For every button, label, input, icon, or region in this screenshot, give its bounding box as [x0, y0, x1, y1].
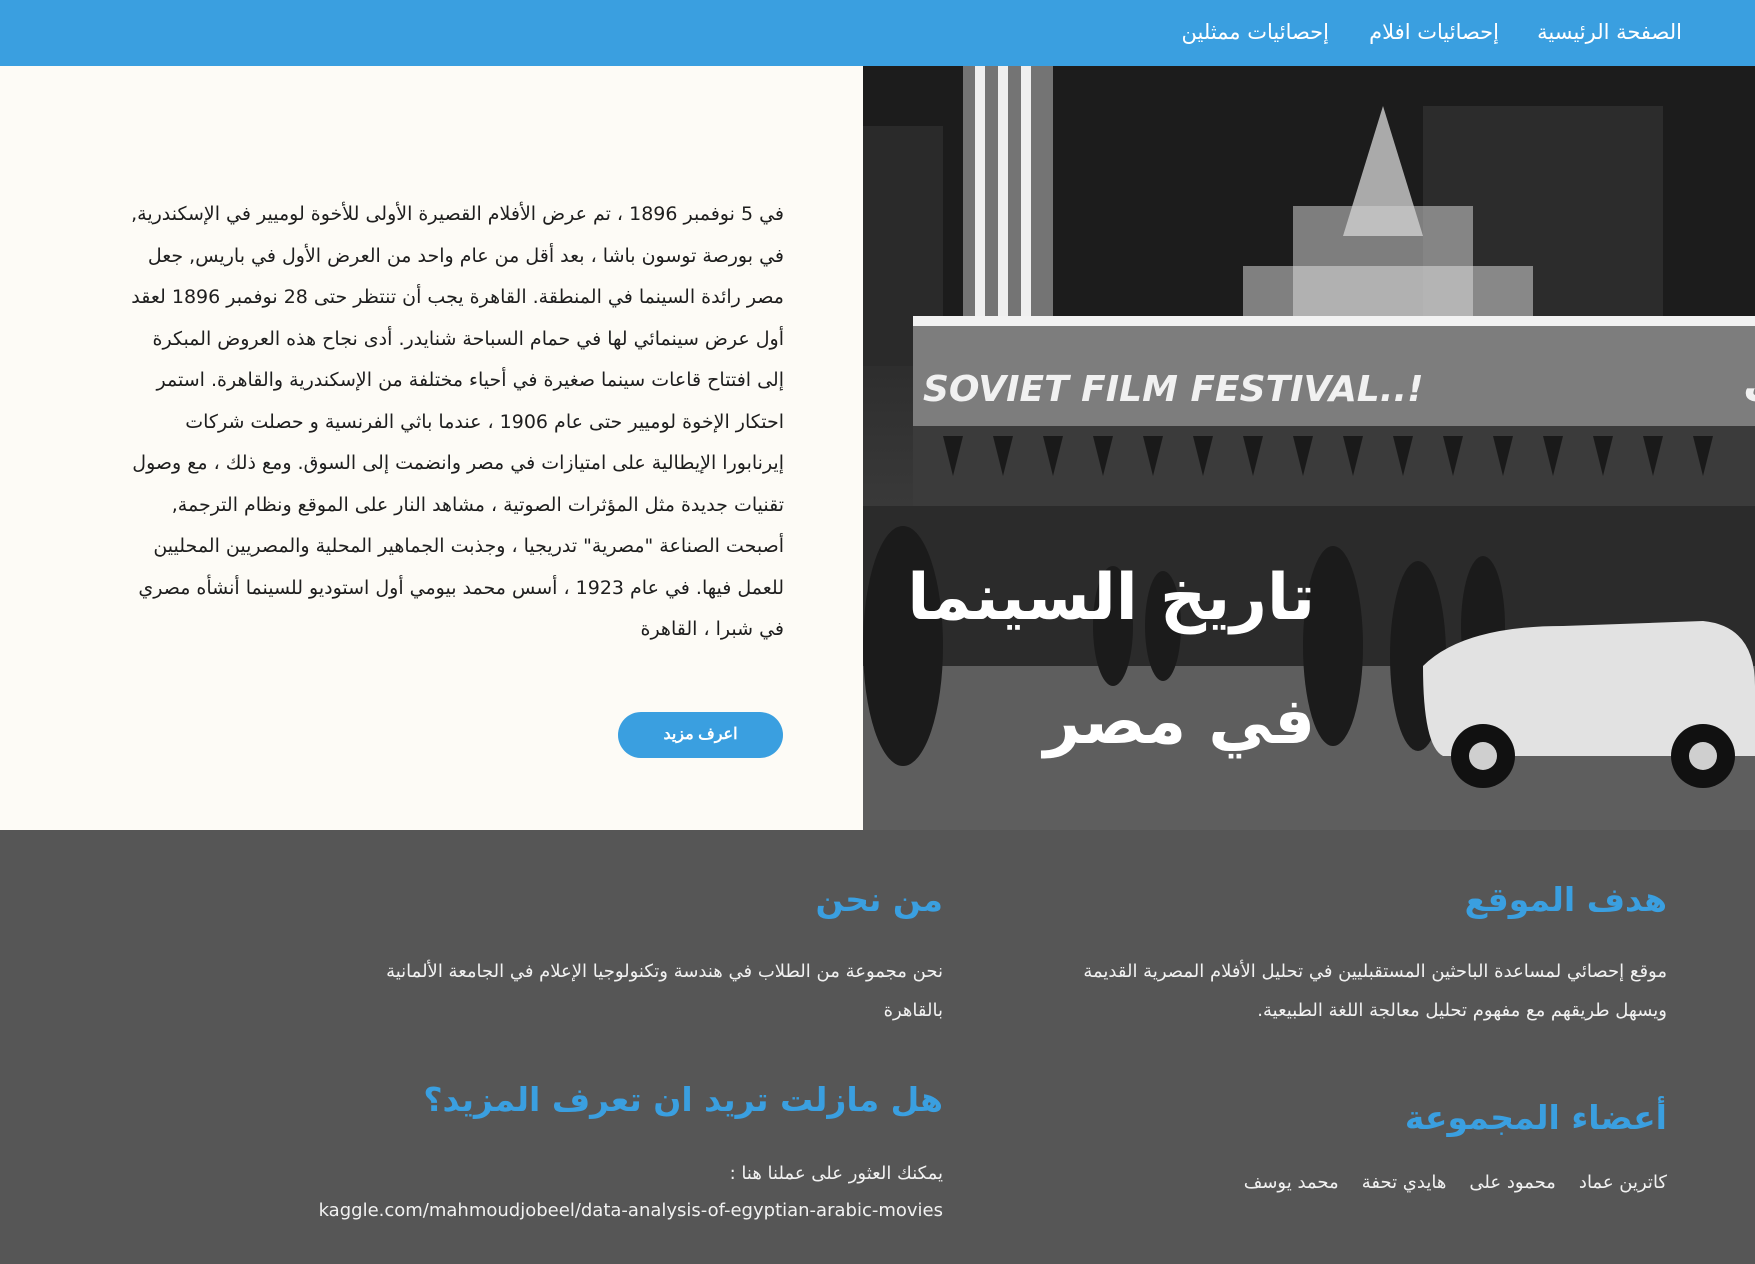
- marquee-arabic-text: مهرجان الفيلم السوفييتي: [1743, 356, 1755, 407]
- hero-title-line-1: تاريخ السينما: [907, 561, 1315, 635]
- hero-section: في 5 نوفمبر 1896 ، تم عرض الأفلام القصير…: [0, 66, 1755, 830]
- members-heading: أعضاء المجموعة: [1404, 1098, 1667, 1137]
- member-name: محمد يوسف: [1243, 1172, 1339, 1193]
- goal-heading: هدف الموقع: [1464, 880, 1667, 919]
- nav-actors-stats-link[interactable]: إحصائيات ممثلين: [1182, 20, 1329, 44]
- learn-more-button[interactable]: اعرف مزيد: [618, 712, 783, 758]
- kaggle-link[interactable]: kaggle.com/mahmoudjobeel/data-analysis-o…: [319, 1200, 943, 1221]
- member-name: هايدي تحفة: [1361, 1172, 1447, 1193]
- members-list: كاترين عماد محمود على هايدي تحفة محمد يو…: [1226, 1172, 1667, 1193]
- marquee-english-text: SOVIET FILM FESTIVAL..!: [923, 369, 1424, 410]
- footer-section: هدف الموقع موقع إحصائي لمساعدة الباحثين …: [0, 830, 1755, 1264]
- about-heading: من نحن: [815, 880, 944, 919]
- hero-text-panel: في 5 نوفمبر 1896 ، تم عرض الأفلام القصير…: [0, 66, 863, 830]
- top-navbar: الصفحة الرئيسية إحصائيات افلام إحصائيات …: [0, 0, 1755, 66]
- nav-films-stats-link[interactable]: إحصائيات افلام: [1369, 20, 1499, 44]
- member-name: محمود على: [1469, 1172, 1556, 1193]
- hero-title-line-2: في مصر: [1043, 685, 1315, 759]
- about-text: نحن مجموعة من الطلاب في هندسة وتكنولوجيا…: [386, 961, 943, 1021]
- more-heading: هل مازلت تريد ان تعرف المزيد؟: [423, 1080, 943, 1119]
- cinema-history-photo: SOVIET FILM FESTIVAL..! مهرجان الفيلم ال…: [863, 66, 1755, 830]
- nav-home-link[interactable]: الصفحة الرئيسية: [1537, 20, 1682, 44]
- goal-text: موقع إحصائي لمساعدة الباحثين المستقبليين…: [1083, 961, 1667, 1021]
- member-name: كاترين عماد: [1578, 1172, 1667, 1193]
- more-text: يمكنك العثور على عملنا هنا :: [729, 1163, 943, 1184]
- hero-title: تاريخ السينما في مصر: [895, 536, 1315, 784]
- hero-paragraph: في 5 نوفمبر 1896 ، تم عرض الأفلام القصير…: [131, 203, 784, 640]
